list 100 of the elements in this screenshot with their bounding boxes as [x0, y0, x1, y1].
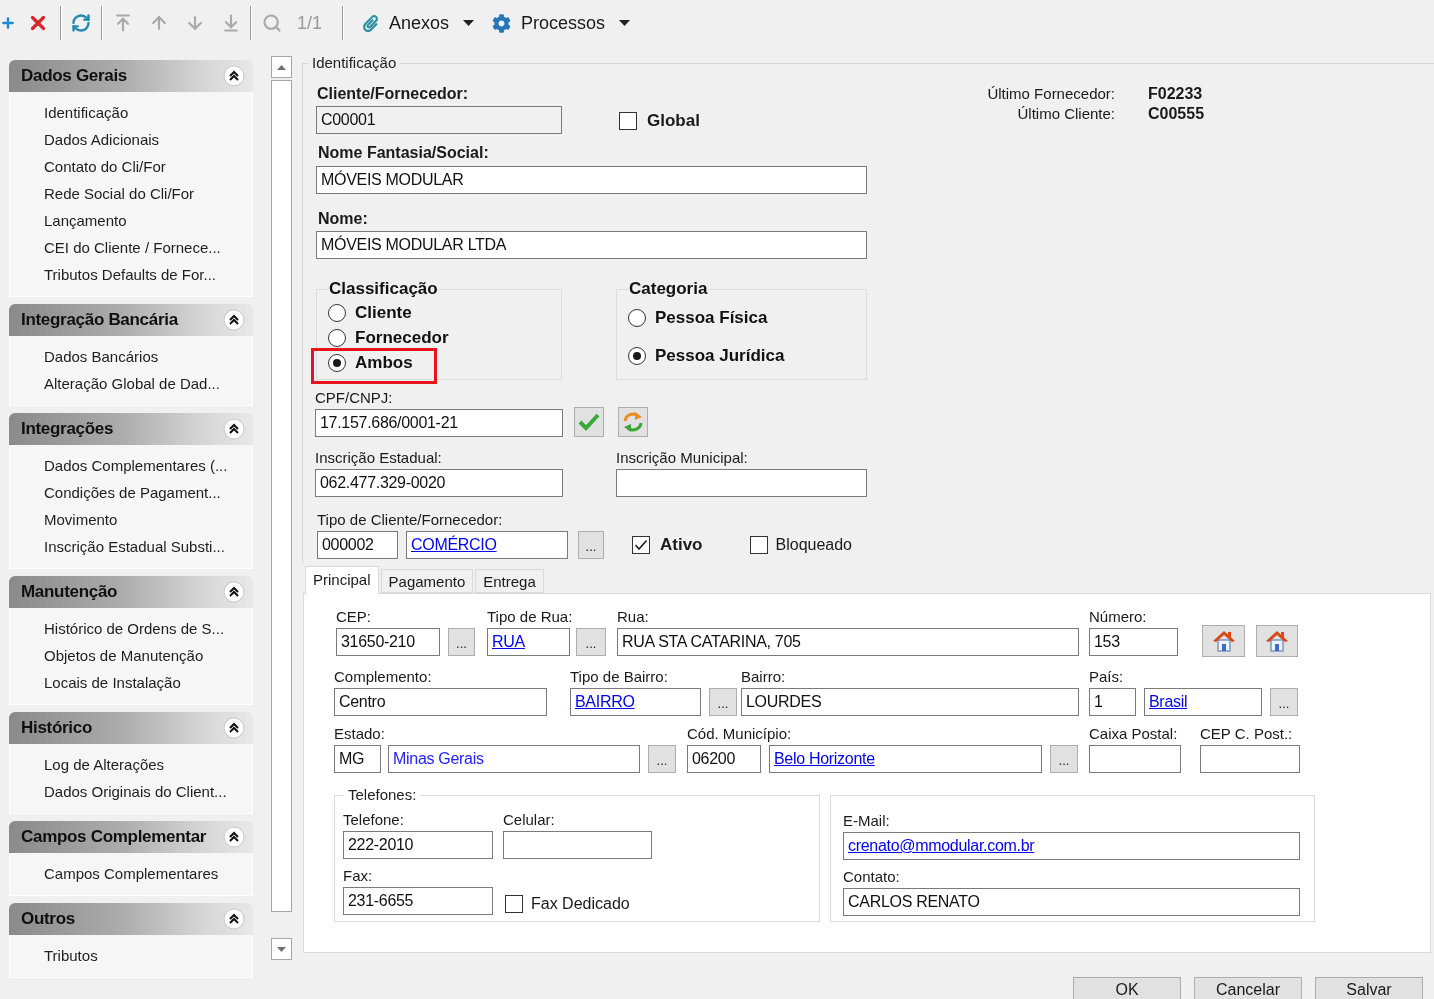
field-label: CEP:: [336, 608, 371, 626]
checkbox-label: Fax Dedicado: [531, 895, 630, 913]
sidebar-item[interactable]: Dados Bancários: [44, 343, 159, 370]
lookup-button[interactable]: ...: [648, 745, 676, 773]
input-field[interactable]: 31650-210: [336, 628, 440, 656]
sidebar-item[interactable]: Tributos: [44, 942, 98, 969]
input-field[interactable]: crenato@mmodular.com.br: [843, 832, 1300, 860]
dialog-button[interactable]: OK: [1073, 977, 1181, 999]
sidebar-item[interactable]: Contato do Cli/For: [44, 153, 166, 180]
input-field[interactable]: 1: [1089, 688, 1136, 716]
sidebar-item[interactable]: Movimento: [44, 506, 118, 533]
input-field[interactable]: MÓVEIS MODULAR: [316, 166, 867, 194]
sidebar-item[interactable]: Rede Social do Cli/For: [44, 180, 195, 207]
house-button[interactable]: [1256, 625, 1298, 657]
double-chevron-up-icon[interactable]: [223, 717, 245, 739]
radio-button[interactable]: [328, 303, 346, 322]
input-field[interactable]: MG: [334, 745, 381, 773]
scroll-up-button[interactable]: [271, 56, 292, 78]
section-title: Integração Bancária: [21, 310, 178, 330]
lookup-button[interactable]: ...: [1050, 745, 1078, 773]
input-field[interactable]: [1089, 745, 1181, 773]
house-button[interactable]: [1202, 625, 1245, 657]
input-field[interactable]: RUA: [487, 628, 570, 656]
double-chevron-up-icon[interactable]: [223, 908, 245, 930]
scroll-down-button[interactable]: [271, 938, 292, 960]
radio-button[interactable]: [328, 353, 346, 372]
input-field[interactable]: 153: [1089, 628, 1178, 656]
double-chevron-up-icon[interactable]: [223, 309, 245, 331]
input-field[interactable]: 06200: [687, 745, 761, 773]
house-icon: [1211, 630, 1236, 652]
sidebar-item[interactable]: Objetos de Manutenção: [44, 642, 204, 669]
checkbox[interactable]: [749, 536, 768, 554]
paperclip-icon: [362, 14, 380, 32]
input-field[interactable]: Minas Gerais: [388, 745, 640, 773]
radio-button[interactable]: [328, 328, 346, 347]
tab[interactable]: Principal: [305, 566, 379, 594]
tab[interactable]: Entrega: [475, 569, 544, 593]
sidebar-item[interactable]: Dados Complementares (...: [44, 452, 228, 479]
input-field[interactable]: Brasil: [1144, 688, 1262, 716]
lookup-button[interactable]: ...: [576, 628, 606, 656]
dialog-button[interactable]: Cancelar: [1194, 977, 1302, 999]
check-icon: [578, 413, 600, 431]
field-label: Cód. Município:: [687, 725, 792, 743]
checkbox[interactable]: [505, 895, 523, 913]
double-chevron-up-icon[interactable]: [223, 581, 245, 603]
input-field[interactable]: [503, 831, 652, 859]
double-chevron-up-icon[interactable]: [223, 826, 245, 848]
input-field[interactable]: CARLOS RENATO: [843, 888, 1300, 916]
menu-button[interactable]: Processos: [488, 7, 635, 39]
input-field[interactable]: 222-2010: [343, 831, 493, 859]
arrow-to-top-icon: [113, 13, 133, 33]
group-title: Telefones:: [347, 786, 418, 804]
sidebar-item[interactable]: Lançamento: [44, 207, 127, 234]
input-field[interactable]: [1200, 745, 1300, 773]
checkbox-label: Bloqueado: [775, 536, 852, 554]
group-title: Identificação: [311, 54, 398, 72]
sidebar-item[interactable]: CEI do Cliente / Fornece...: [44, 234, 221, 261]
menu-button[interactable]: Anexos: [358, 7, 479, 39]
input-field[interactable]: RUA STA CATARINA, 705: [617, 628, 1079, 656]
input-field[interactable]: Centro: [334, 688, 547, 716]
lookup-button[interactable]: ...: [1270, 688, 1298, 716]
section-title: Manutenção: [21, 582, 118, 602]
double-chevron-up-icon[interactable]: [223, 418, 245, 440]
sidebar-item[interactable]: Dados Adicionais: [44, 126, 160, 153]
dialog-button[interactable]: Salvar: [1315, 977, 1423, 999]
section-title: Integrações: [21, 419, 114, 439]
radio-button[interactable]: [628, 346, 646, 365]
input-field[interactable]: MÓVEIS MODULAR LTDA: [316, 231, 867, 259]
input-field[interactable]: 17.157.686/0001-21: [315, 409, 563, 437]
checkbox[interactable]: [619, 112, 637, 130]
sidebar-item[interactable]: Locais de Instalação: [44, 669, 181, 696]
sidebar-item[interactable]: Log de Alterações: [44, 751, 165, 778]
sidebar-item[interactable]: Identificação: [44, 99, 129, 126]
lookup-button[interactable]: ...: [578, 531, 604, 559]
input-field[interactable]: [616, 469, 867, 497]
triangle-up-icon: [277, 64, 286, 70]
input-field[interactable]: COMÉRCIO: [406, 531, 568, 559]
field-label: E-Mail:: [843, 812, 890, 830]
check-button[interactable]: [574, 407, 604, 437]
checkbox[interactable]: [632, 536, 650, 554]
lookup-button[interactable]: ...: [448, 628, 475, 656]
double-chevron-up-icon[interactable]: [223, 65, 245, 87]
sidebar-item[interactable]: Condições de Pagament...: [44, 479, 221, 506]
sidebar-item[interactable]: Histórico de Ordens de S...: [44, 615, 225, 642]
field-label: CEP C. Post.:: [1200, 725, 1293, 743]
lookup-button[interactable]: ...: [709, 688, 737, 716]
sidebar-item[interactable]: Inscrição Estadual Substi...: [44, 533, 225, 560]
scrollbar-thumb[interactable]: [271, 80, 292, 912]
input-field[interactable]: Belo Horizonte: [769, 745, 1042, 773]
input-field[interactable]: 231-6655: [343, 887, 493, 915]
radio-button[interactable]: [628, 308, 646, 327]
sidebar-item[interactable]: Alteração Global de Dad...: [44, 370, 220, 397]
radio-label: Ambos: [355, 352, 413, 373]
input-field[interactable]: BAIRRO: [570, 688, 701, 716]
sidebar-item[interactable]: Tributos Defaults de For...: [44, 261, 217, 288]
input-field[interactable]: LOURDES: [741, 688, 1079, 716]
tab[interactable]: Pagamento: [380, 569, 474, 593]
input-field[interactable]: 062.477.329-0020: [315, 469, 563, 497]
sidebar-item[interactable]: Dados Originais do Client...: [44, 778, 227, 805]
input-field[interactable]: 000002: [317, 531, 398, 559]
